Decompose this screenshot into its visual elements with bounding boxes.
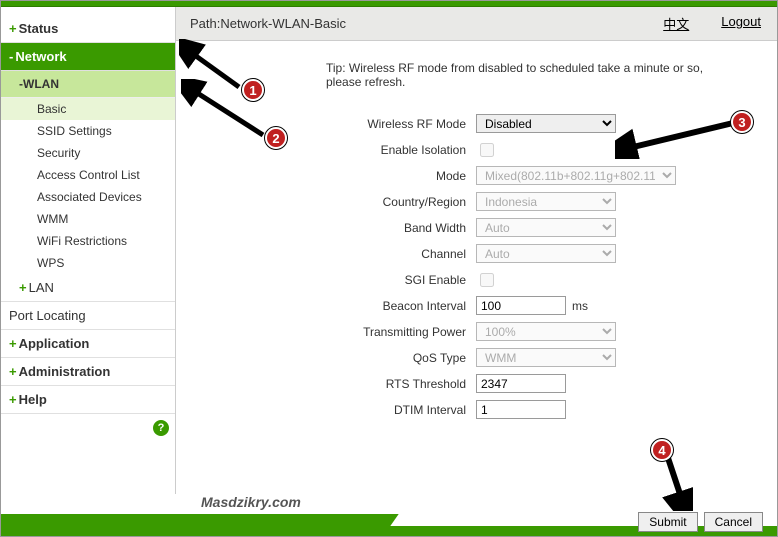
qos-label: QoS Type — [176, 351, 476, 365]
rf-mode-label: Wireless RF Mode — [176, 117, 476, 131]
sgi-label: SGI Enable — [176, 273, 476, 287]
nav-lan[interactable]: +LAN — [1, 274, 175, 302]
nav-administration[interactable]: +Administration — [1, 358, 175, 386]
main-panel: Path:Network-WLAN-Basic 中文 Logout Tip: W… — [176, 7, 777, 494]
breadcrumb: Path:Network-WLAN-Basic — [190, 16, 346, 31]
nav-leaf-wmm[interactable]: WMM — [1, 208, 175, 230]
beacon-input[interactable] — [476, 296, 566, 315]
logout-link[interactable]: Logout — [721, 14, 761, 33]
channel-label: Channel — [176, 247, 476, 261]
nav-wlan[interactable]: -WLAN — [1, 71, 175, 98]
sidebar: +Status -Network -WLAN Basic SSID Settin… — [1, 7, 176, 494]
path-bar: Path:Network-WLAN-Basic 中文 Logout — [176, 7, 777, 41]
nav-leaf-acl[interactable]: Access Control List — [1, 164, 175, 186]
beacon-label: Beacon Interval — [176, 299, 476, 313]
expand-icon: + — [9, 21, 17, 36]
country-select[interactable]: Indonesia — [476, 192, 616, 211]
bandwidth-select[interactable]: Auto — [476, 218, 616, 237]
mode-label: Mode — [176, 169, 476, 183]
footer: Masdzikry.com Submit Cancel — [1, 494, 777, 536]
nav-leaf-security[interactable]: Security — [1, 142, 175, 164]
cancel-button[interactable]: Cancel — [704, 512, 763, 532]
nav-port-locating[interactable]: Port Locating — [1, 302, 175, 330]
txpower-select[interactable]: 100% — [476, 322, 616, 341]
qos-select[interactable]: WMM — [476, 348, 616, 367]
nav-status[interactable]: +Status — [1, 15, 175, 43]
expand-icon: + — [19, 280, 27, 295]
submit-button[interactable]: Submit — [638, 512, 697, 532]
collapse-icon: - — [9, 49, 13, 64]
lang-link[interactable]: 中文 — [663, 14, 689, 33]
txpower-label: Transmitting Power — [176, 325, 476, 339]
beacon-unit: ms — [572, 299, 588, 313]
expand-icon: + — [9, 336, 17, 351]
nav-leaf-basic[interactable]: Basic — [1, 98, 175, 120]
watermark-text: Masdzikry.com — [201, 494, 301, 510]
mode-select[interactable]: Mixed(802.11b+802.11g+802.11n) — [476, 166, 676, 185]
nav-application[interactable]: +Application — [1, 330, 175, 358]
bandwidth-label: Band Width — [176, 221, 476, 235]
sgi-checkbox[interactable] — [480, 273, 494, 287]
nav-leaf-wifirestrict[interactable]: WiFi Restrictions — [1, 230, 175, 252]
dtim-label: DTIM Interval — [176, 403, 476, 417]
nav-leaf-ssid[interactable]: SSID Settings — [1, 120, 175, 142]
nav-leaf-wps[interactable]: WPS — [1, 252, 175, 274]
expand-icon: + — [9, 392, 17, 407]
tip-text: Tip: Wireless RF mode from disabled to s… — [326, 61, 706, 89]
channel-select[interactable]: Auto — [476, 244, 616, 263]
isolation-checkbox[interactable] — [480, 143, 494, 157]
nav-help[interactable]: +Help — [1, 386, 175, 414]
rts-label: RTS Threshold — [176, 377, 476, 391]
isolation-label: Enable Isolation — [176, 143, 476, 157]
nav-leaf-assoc[interactable]: Associated Devices — [1, 186, 175, 208]
dtim-input[interactable] — [476, 400, 566, 419]
nav-network[interactable]: -Network — [1, 43, 175, 71]
wlan-basic-form: Wireless RF Mode Disabled Enable Isolati… — [176, 111, 777, 422]
country-label: Country/Region — [176, 195, 476, 209]
rf-mode-select[interactable]: Disabled — [476, 114, 616, 133]
rts-input[interactable] — [476, 374, 566, 393]
help-icon[interactable]: ? — [153, 420, 169, 436]
expand-icon: + — [9, 364, 17, 379]
